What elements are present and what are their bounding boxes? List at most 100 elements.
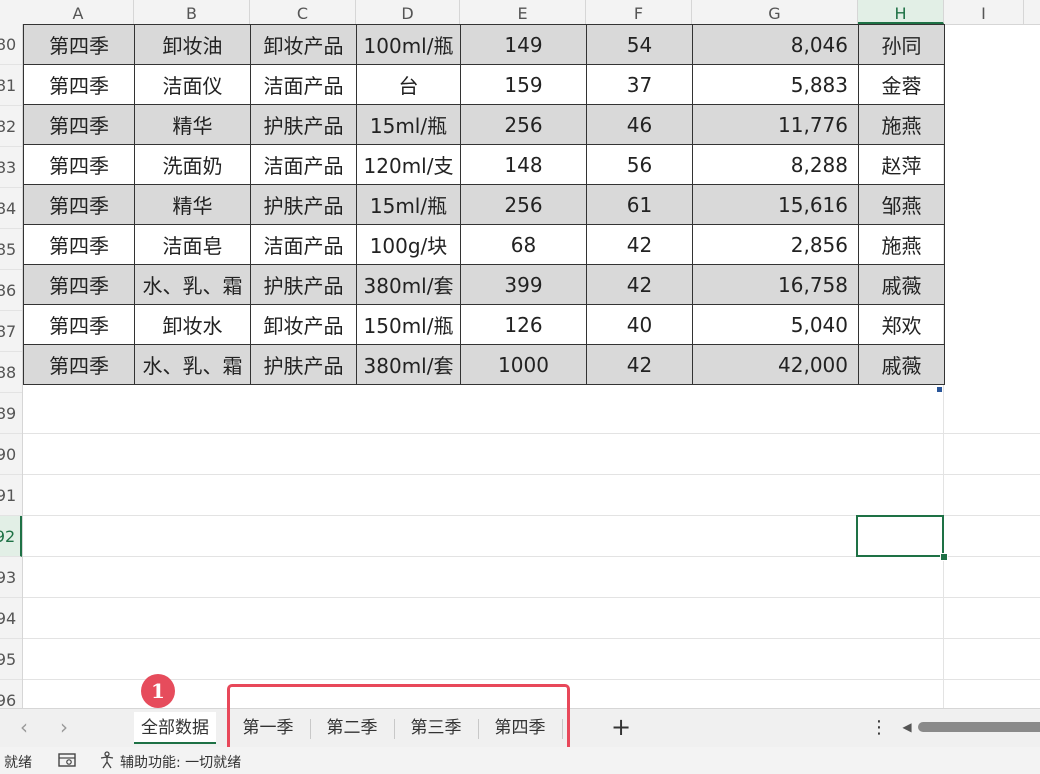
more-options-icon[interactable]: ⋮ xyxy=(870,715,888,741)
row-header[interactable]: 91 xyxy=(0,475,22,516)
cell-amount[interactable]: 11,776 xyxy=(692,104,859,145)
row-header[interactable]: 86 xyxy=(0,270,22,311)
cell-product[interactable]: 洗面奶 xyxy=(134,144,251,185)
cell-product[interactable]: 洁面皂 xyxy=(134,224,251,265)
cell-category[interactable]: 护肤产品 xyxy=(250,104,357,145)
cell-spec[interactable]: 台 xyxy=(356,64,461,105)
cell-category[interactable]: 护肤产品 xyxy=(250,344,357,385)
cell-amount[interactable]: 5,883 xyxy=(692,64,859,105)
cell-spec[interactable]: 15ml/瓶 xyxy=(356,184,461,225)
cell-unit-price[interactable]: 256 xyxy=(460,104,587,145)
row-header[interactable]: 82 xyxy=(0,106,22,147)
next-sheet-arrow-icon[interactable]: › xyxy=(52,715,76,739)
cell-salesperson[interactable]: 戚薇 xyxy=(858,264,945,305)
cell-category[interactable]: 卸妆产品 xyxy=(250,24,357,65)
cell-spec[interactable]: 100g/块 xyxy=(356,224,461,265)
row-header-active[interactable]: 92 xyxy=(0,516,22,557)
column-header-d[interactable]: D xyxy=(356,0,460,24)
cell-salesperson[interactable]: 施燕 xyxy=(858,104,945,145)
status-accessibility-text[interactable]: 辅助功能: 一切就绪 xyxy=(120,752,241,772)
cell-quarter[interactable]: 第四季 xyxy=(23,64,135,105)
cell-salesperson[interactable]: 施燕 xyxy=(858,224,945,265)
cell-unit-price[interactable]: 399 xyxy=(460,264,587,305)
cell-spec[interactable]: 380ml/套 xyxy=(356,344,461,385)
sheet-view-icon[interactable] xyxy=(58,753,76,767)
cell-unit-price[interactable]: 68 xyxy=(460,224,587,265)
row-header[interactable]: 81 xyxy=(0,65,22,106)
cell-spec[interactable]: 120ml/支 xyxy=(356,144,461,185)
row-header[interactable]: 90 xyxy=(0,434,22,475)
column-header-e[interactable]: E xyxy=(460,0,586,24)
cell-product[interactable]: 水、乳、霜 xyxy=(134,344,251,385)
add-sheet-button[interactable]: + xyxy=(606,712,636,742)
row-header[interactable]: 87 xyxy=(0,311,22,352)
tab-all-data[interactable]: 全部数据 xyxy=(134,712,216,744)
cell-quarter[interactable]: 第四季 xyxy=(23,224,135,265)
cell-quantity[interactable]: 42 xyxy=(586,224,693,265)
cell-quarter[interactable]: 第四季 xyxy=(23,24,135,65)
cell-unit-price[interactable]: 148 xyxy=(460,144,587,185)
row-header[interactable]: 85 xyxy=(0,229,22,270)
column-header-i[interactable]: I xyxy=(944,0,1024,24)
cell-salesperson[interactable]: 赵萍 xyxy=(858,144,945,185)
cell-unit-price[interactable]: 256 xyxy=(460,184,587,225)
cell-quantity[interactable]: 40 xyxy=(586,304,693,345)
cell-quarter[interactable]: 第四季 xyxy=(23,264,135,305)
row-header[interactable]: 89 xyxy=(0,393,22,434)
cell-amount[interactable]: 15,616 xyxy=(692,184,859,225)
cell-grid[interactable]: 第四季 卸妆油 卸妆产品 100ml/瓶 149 54 8,046 孙同 第四季 洁面仪 洁面产品台… xyxy=(23,24,1040,708)
cell-amount[interactable]: 8,288 xyxy=(692,144,859,185)
cell-category[interactable]: 洁面产品 xyxy=(250,224,357,265)
column-header-h[interactable]: H xyxy=(858,0,944,24)
accessibility-icon[interactable] xyxy=(98,751,116,769)
cell-unit-price[interactable]: 149 xyxy=(460,24,587,65)
cell-quarter[interactable]: 第四季 xyxy=(23,344,135,385)
cell-quarter[interactable]: 第四季 xyxy=(23,304,135,345)
cell-salesperson[interactable]: 孙同 xyxy=(858,24,945,65)
cell-spec[interactable]: 150ml/瓶 xyxy=(356,304,461,345)
column-header-f[interactable]: F xyxy=(586,0,692,24)
column-header-g[interactable]: G xyxy=(692,0,858,24)
column-header-b[interactable]: B xyxy=(134,0,250,24)
cell-product[interactable]: 水、乳、霜 xyxy=(134,264,251,305)
cell-salesperson[interactable]: 郑欢 xyxy=(858,304,945,345)
prev-sheet-arrow-icon[interactable]: ‹ xyxy=(12,715,36,739)
cell-quantity[interactable]: 61 xyxy=(586,184,693,225)
cell-salesperson[interactable]: 金蓉 xyxy=(858,64,945,105)
cell-quantity[interactable]: 46 xyxy=(586,104,693,145)
cell-category[interactable]: 洁面产品 xyxy=(250,64,357,105)
cell-spec[interactable]: 15ml/瓶 xyxy=(356,104,461,145)
cell-quantity[interactable]: 56 xyxy=(586,144,693,185)
cell-spec[interactable]: 100ml/瓶 xyxy=(356,24,461,65)
cell-quarter[interactable]: 第四季 xyxy=(23,144,135,185)
cell-quantity[interactable]: 54 xyxy=(586,24,693,65)
cell-product[interactable]: 精华 xyxy=(134,104,251,145)
cell-category[interactable]: 护肤产品 xyxy=(250,184,357,225)
cell-unit-price[interactable]: 159 xyxy=(460,64,587,105)
row-header[interactable]: 88 xyxy=(0,352,22,393)
cell-category[interactable]: 卸妆产品 xyxy=(250,304,357,345)
cell-amount[interactable]: 8,046 xyxy=(692,24,859,65)
cell-amount[interactable]: 5,040 xyxy=(692,304,859,345)
row-header[interactable]: 94 xyxy=(0,598,22,639)
cell-unit-price[interactable]: 126 xyxy=(460,304,587,345)
cell-amount[interactable]: 42,000 xyxy=(692,344,859,385)
row-header[interactable]: 84 xyxy=(0,188,22,229)
cell-unit-price[interactable]: 1000 xyxy=(460,344,587,385)
scroll-left-arrow-icon[interactable]: ◀ xyxy=(900,717,914,737)
cell-product[interactable]: 洁面仪 xyxy=(134,64,251,105)
cell-quantity[interactable]: 42 xyxy=(586,344,693,385)
column-header-a[interactable]: A xyxy=(23,0,134,24)
cell-spec[interactable]: 380ml/套 xyxy=(356,264,461,305)
fill-handle[interactable] xyxy=(940,553,948,561)
cell-category[interactable]: 护肤产品 xyxy=(250,264,357,305)
cell-product[interactable]: 精华 xyxy=(134,184,251,225)
cell-product[interactable]: 卸妆油 xyxy=(134,24,251,65)
active-cell-selection[interactable] xyxy=(856,515,944,557)
cell-quarter[interactable]: 第四季 xyxy=(23,104,135,145)
cell-salesperson[interactable]: 邹燕 xyxy=(858,184,945,225)
cell-quantity[interactable]: 37 xyxy=(586,64,693,105)
row-header[interactable]: 96 xyxy=(0,680,22,708)
column-header-c[interactable]: C xyxy=(250,0,356,24)
cell-quarter[interactable]: 第四季 xyxy=(23,184,135,225)
